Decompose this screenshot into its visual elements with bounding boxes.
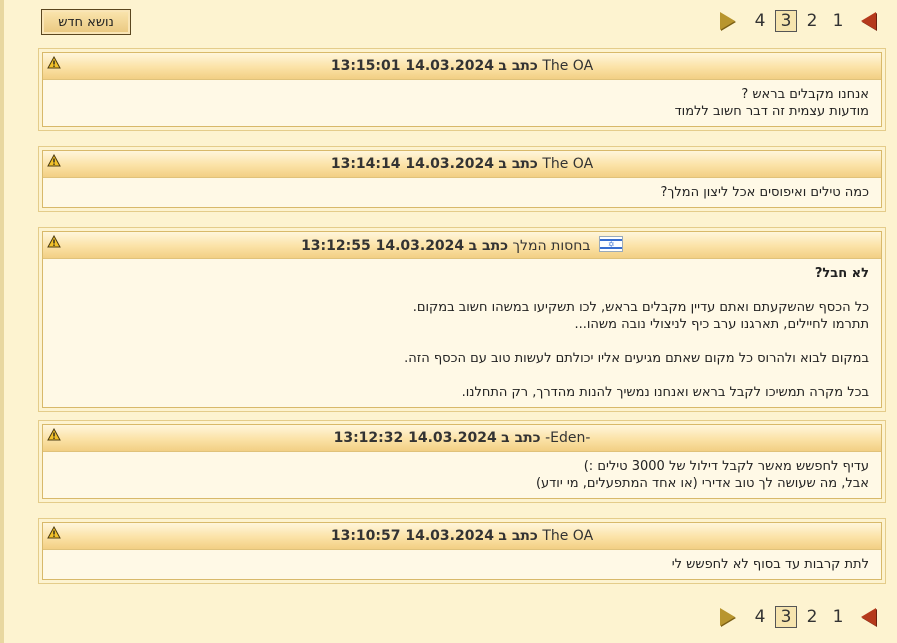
post-body: לא חבל? כל הכסף שהשקעתם ואתם עדיין מקבלי…: [43, 259, 881, 407]
post: The OA כתב ב 14.03.2024 13:10:57 לתת קרב…: [38, 518, 886, 584]
post: ✡ בחסות המלך כתב ב 14.03.2024 13:12:55 ל…: [38, 227, 886, 412]
report-warning-icon[interactable]: [47, 56, 61, 69]
post-body: לתת קרבות עד בסוף לא לחפשש לי: [43, 550, 881, 579]
post-text-line: לא חבל?: [814, 266, 869, 281]
post-header: The OA כתב ב 14.03.2024 13:10:57: [43, 523, 881, 550]
post-header: The OA כתב ב 14.03.2024 13:14:14: [43, 151, 881, 178]
pagination-bottom: 4 3 2 1: [720, 605, 876, 629]
post-date: 14.03.2024 13:12:55: [301, 238, 465, 254]
post-date: 14.03.2024 13:12:32: [333, 430, 497, 446]
post-author[interactable]: The OA: [542, 528, 593, 544]
post-date: 14.03.2024 13:14:14: [330, 156, 494, 172]
post-author[interactable]: The OA: [542, 156, 593, 172]
report-warning-icon[interactable]: [47, 235, 61, 248]
post-author[interactable]: The OA: [542, 58, 593, 74]
report-warning-icon[interactable]: [47, 526, 61, 539]
post-body: עדיף לחפשש מאשר לקבל דילול של 3000 טילים…: [43, 452, 881, 498]
post-date: 14.03.2024 13:10:57: [330, 528, 494, 544]
report-warning-icon[interactable]: [47, 428, 61, 441]
post: The OA כתב ב 14.03.2024 13:14:14 כמה טיל…: [38, 146, 886, 212]
page-link-1[interactable]: 1: [825, 606, 851, 628]
post-text-line: אבל, מה שעושה לך טוב אדירי (או אחד המתפע…: [535, 476, 869, 491]
page-current-3: 3: [775, 10, 797, 32]
new-topic-button[interactable]: נושא חדש: [41, 9, 131, 35]
post-header: The OA כתב ב 14.03.2024 13:15:01: [43, 53, 881, 80]
page-link-4[interactable]: 4: [747, 10, 773, 32]
post-text-line: עדיף לחפשש מאשר לקבל דילול של 3000 טילים…: [583, 459, 869, 474]
post-body: כמה טילים ואיפוסים אכל ליצון המלך?: [43, 178, 881, 207]
post-text-line: תתרמו לחיילים, תארגנו ערב כיף לניצולי נו…: [574, 317, 869, 332]
page-link-2[interactable]: 2: [799, 606, 825, 628]
left-border-strip: [0, 0, 4, 643]
post-text-line: [55, 367, 869, 384]
post-date: 14.03.2024 13:15:01: [330, 58, 494, 74]
post-body: אנחנו מקבלים בראש ? מודעות עצמית זה דבר …: [43, 80, 881, 126]
post-text-line: במקום לבוא ולהרוס כל מקום שאתם מגיעים אל…: [404, 351, 869, 366]
post-wrote-label: כתב ב: [501, 430, 541, 446]
post-text-line: לתת קרבות עד בסוף לא לחפשש לי: [671, 557, 869, 572]
post-author[interactable]: -Eden-: [545, 430, 590, 446]
post-wrote-label: כתב ב: [498, 156, 538, 172]
post-text-line: מודעות עצמית זה דבר חשוב ללמוד: [674, 104, 869, 119]
page-link-1[interactable]: 1: [825, 10, 851, 32]
post-text-line: בכל מקרה תמשיכו לקבל בראש ואנחנו נמשיך ל…: [461, 385, 869, 400]
pagination-top: 4 3 2 1: [720, 9, 876, 33]
prev-page-arrow-icon[interactable]: [861, 608, 876, 626]
post-author[interactable]: בחסות המלך: [513, 238, 591, 254]
post-header: ✡ בחסות המלך כתב ב 14.03.2024 13:12:55: [43, 232, 881, 259]
post-wrote-label: כתב ב: [498, 528, 538, 544]
post-text-line: [55, 333, 869, 350]
post: The OA כתב ב 14.03.2024 13:15:01 אנחנו מ…: [38, 48, 886, 131]
post-text-line: אנחנו מקבלים בראש ?: [741, 87, 869, 102]
post-wrote-label: כתב ב: [468, 238, 509, 254]
post-header: -Eden- כתב ב 14.03.2024 13:12:32: [43, 425, 881, 452]
page-link-2[interactable]: 2: [799, 10, 825, 32]
post-wrote-label: כתב ב: [498, 58, 538, 74]
post-text-line: [55, 282, 869, 299]
next-page-arrow-icon[interactable]: [720, 608, 735, 626]
prev-page-arrow-icon[interactable]: [861, 12, 876, 30]
next-page-arrow-icon[interactable]: [720, 12, 735, 30]
report-warning-icon[interactable]: [47, 154, 61, 167]
israel-flag-icon: ✡: [598, 236, 623, 252]
post: -Eden- כתב ב 14.03.2024 13:12:32 עדיף לח…: [38, 420, 886, 503]
post-text-line: כמה טילים ואיפוסים אכל ליצון המלך?: [660, 185, 869, 200]
page-link-4[interactable]: 4: [747, 606, 773, 628]
page-current-3: 3: [775, 606, 797, 628]
post-text-line: כל הכסף שהשקעתם ואתם עדיין מקבלים בראש, …: [412, 300, 869, 315]
